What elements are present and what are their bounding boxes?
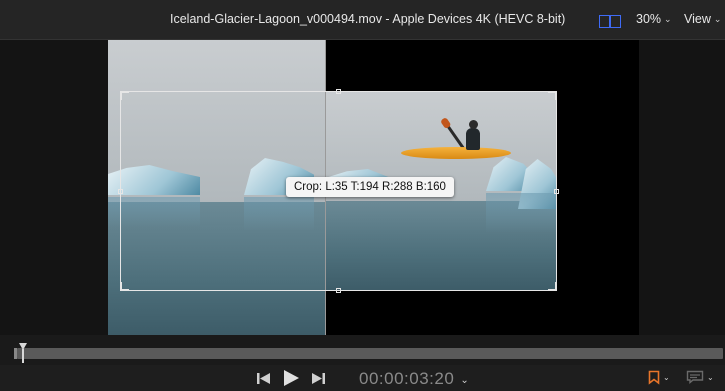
marker-icon xyxy=(648,370,660,385)
clip-title: Iceland-Glacier-Lagoon_v000494.mov - App… xyxy=(170,12,566,26)
skip-back-button[interactable] xyxy=(255,368,273,388)
skip-forward-button[interactable] xyxy=(309,368,327,388)
dual-viewer-icon[interactable] xyxy=(599,15,621,28)
marker-menu-button[interactable]: ⌄ xyxy=(648,370,670,385)
crop-handle-bottom-right[interactable] xyxy=(548,282,557,291)
crop-handle-top[interactable] xyxy=(336,89,341,94)
crop-values-tooltip: Crop: L:35 T:194 R:288 B:160 xyxy=(286,177,454,197)
chevron-down-icon: ⌄ xyxy=(713,14,722,24)
view-menu[interactable]: View ⌄ xyxy=(684,12,721,26)
viewer-toolbar: Iceland-Glacier-Lagoon_v000494.mov - App… xyxy=(0,0,725,40)
zoom-value: 30% xyxy=(636,12,662,26)
chevron-down-icon: ⌄ xyxy=(460,375,470,386)
timeline-track[interactable] xyxy=(17,348,723,359)
chevron-down-icon: ⌄ xyxy=(663,373,670,382)
view-label: View xyxy=(684,12,711,26)
crop-handle-left[interactable] xyxy=(118,189,123,194)
timecode-display[interactable]: 00:00:03:20 ⌄ xyxy=(359,369,469,389)
skip-forward-icon xyxy=(312,372,325,384)
timecode-value: 00:00:03:20 xyxy=(359,369,455,388)
mini-timeline[interactable] xyxy=(0,335,725,365)
chevron-down-icon: ⌄ xyxy=(707,372,714,382)
crop-handle-bottom-left[interactable] xyxy=(120,282,129,291)
viewer: Crop: L:35 T:194 R:288 B:160 xyxy=(0,40,725,335)
crop-handle-top-left[interactable] xyxy=(120,91,129,100)
crop-handle-right[interactable] xyxy=(554,189,559,194)
play-icon xyxy=(284,370,299,386)
play-button[interactable] xyxy=(280,368,302,388)
crop-handle-top-right[interactable] xyxy=(548,91,557,100)
video-canvas[interactable]: Crop: L:35 T:194 R:288 B:160 xyxy=(108,40,639,335)
transport-controls: 00:00:03:20 ⌄ ⌄ ⌄ xyxy=(0,365,725,391)
chevron-down-icon: ⌄ xyxy=(664,14,672,24)
captions-menu-button[interactable]: ⌄ xyxy=(686,370,714,384)
zoom-menu[interactable]: 30% ⌄ xyxy=(636,12,672,26)
playhead[interactable] xyxy=(19,343,27,363)
skip-back-icon xyxy=(257,372,270,384)
captions-icon xyxy=(686,370,704,384)
crop-handle-bottom[interactable] xyxy=(336,288,341,293)
